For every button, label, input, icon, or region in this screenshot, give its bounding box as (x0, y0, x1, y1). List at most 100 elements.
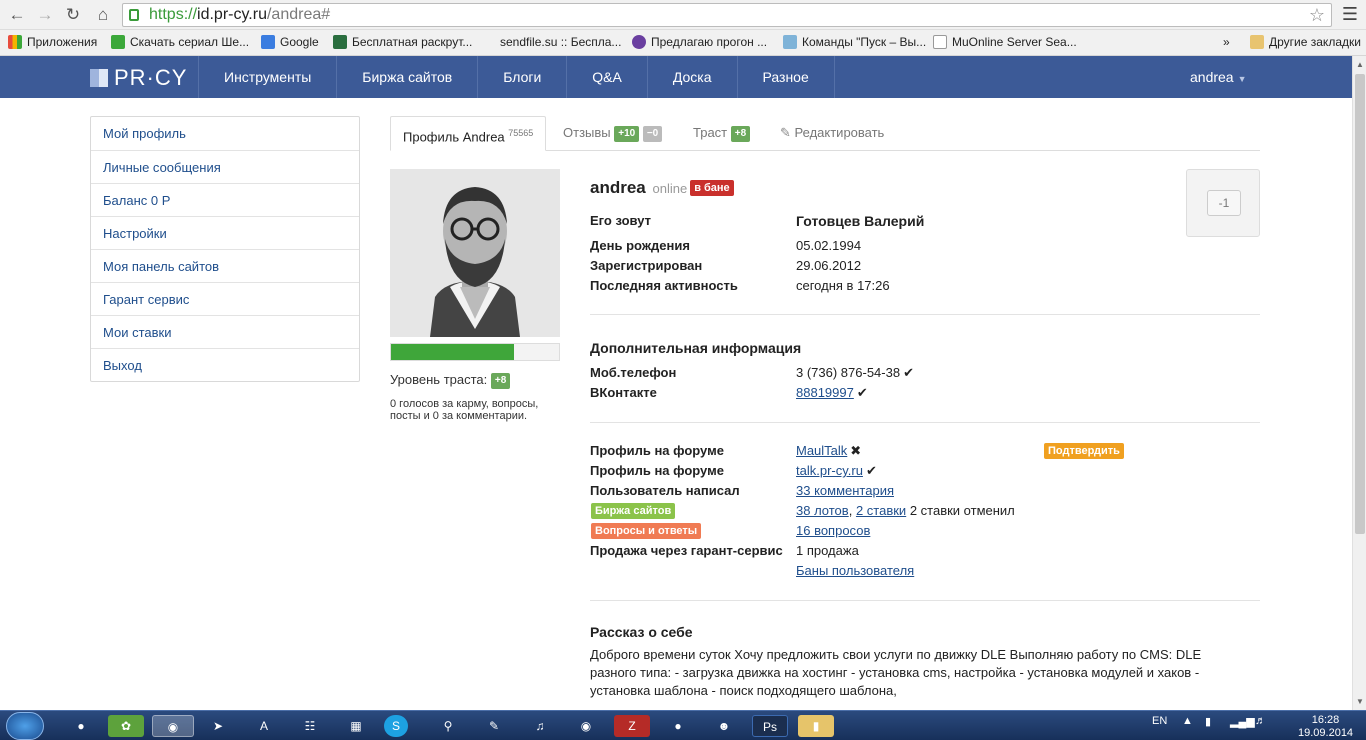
sidebar-item-balance[interactable]: Баланс 0 Р (91, 183, 359, 216)
sidebar-item-logout[interactable]: Выход (91, 348, 359, 381)
bookmark-item[interactable]: Предлагаю прогон ... (632, 35, 767, 49)
volume-icon[interactable]: ♬ (1255, 715, 1266, 727)
votes-summary: 0 голосов за карму, вопросы, посты и 0 з… (390, 398, 539, 422)
browser-menu-icon[interactable]: ☰ (1342, 4, 1358, 25)
field-value-name: Готовцев Валерий (796, 213, 925, 229)
nav-item-misc[interactable]: Разное (736, 56, 835, 98)
scroll-up-icon[interactable]: ▲ (1356, 60, 1364, 69)
explorer-folder-icon[interactable]: ▮ (798, 715, 834, 737)
bookmark-item[interactable]: Приложения (8, 35, 97, 49)
exchange-badge[interactable]: Биржа сайтов (591, 503, 676, 519)
field-value-phone: 3 (736) 876-54-38 ✔ (796, 365, 914, 380)
field-label: Продажа через гарант-сервис (590, 543, 783, 558)
nav-item-blogs[interactable]: Блоги (477, 56, 566, 98)
sidebar-item-sites-panel[interactable]: Моя панель сайтов (91, 249, 359, 282)
utorrent-icon[interactable]: ✿ (108, 715, 144, 737)
scroll-down-icon[interactable]: ▼ (1356, 697, 1364, 706)
nav-item-board[interactable]: Доска (646, 56, 737, 98)
bookmark-item[interactable]: Бесплатная раскрут... (333, 35, 472, 49)
bookmarks-bar: Приложения Скачать сериал Ше... Google Б… (0, 30, 1366, 56)
comments-link[interactable]: 33 комментария (796, 483, 894, 498)
torrent-icon (111, 35, 125, 49)
sidebar-item-messages[interactable]: Личные сообщения (91, 150, 359, 183)
clock-date: 19.09.2014 (1298, 727, 1354, 739)
questions-link[interactable]: 16 вопросов (796, 523, 870, 538)
forum2-link[interactable]: talk.pr-cy.ru (796, 463, 863, 478)
nav-item-exchange[interactable]: Биржа сайтов (336, 56, 477, 98)
field-label: ВКонтакте (590, 385, 657, 400)
bookmark-item[interactable]: Google (261, 35, 319, 49)
forward-icon[interactable]: → (34, 4, 56, 26)
back-icon[interactable]: ← (6, 4, 28, 26)
vk-link[interactable]: 88819997 (796, 385, 854, 400)
forum1-link[interactable]: MaulTalk (796, 443, 847, 458)
scroll-thumb[interactable] (1355, 74, 1365, 534)
tray-arrow-icon[interactable]: ▲ (1182, 715, 1193, 727)
winamp-icon[interactable]: ♫ (522, 715, 558, 737)
tab-reviews[interactable]: Отзывы +10 −0 (563, 116, 663, 151)
lots-link[interactable]: 38 лотов (796, 503, 849, 518)
avatar-illustration (390, 169, 560, 337)
chart-icon (333, 35, 347, 49)
signal-icon[interactable]: ▂▄▆ (1230, 715, 1255, 728)
field-value-questions: 16 вопросов (796, 523, 870, 538)
trust-progress-fill (391, 344, 514, 360)
field-label: Профиль на форуме (590, 443, 724, 458)
confirm-button[interactable]: Подтвердить (1044, 443, 1124, 459)
home-icon[interactable]: ⌂ (92, 4, 114, 26)
windows-icon (783, 35, 797, 49)
tab-edit[interactable]: ✎ Редактировать (780, 116, 884, 151)
font-app-icon[interactable]: A (246, 715, 282, 737)
bookmark-star-icon[interactable]: ☆ (1309, 5, 1325, 26)
skype-icon[interactable]: S (384, 715, 408, 737)
filezilla-icon[interactable]: Z (614, 715, 650, 737)
trust-badge: +8 (730, 126, 751, 142)
ie-icon[interactable]: ● (62, 715, 100, 737)
qa-badge[interactable]: Вопросы и ответы (591, 523, 702, 539)
field-value-bans: Баны пользователя (796, 563, 914, 578)
address-bar[interactable]: https://id.pr-cy.ru/andrea# ☆ (122, 3, 1332, 27)
karma-vote-button[interactable]: -1 (1207, 190, 1241, 216)
media-player-icon[interactable]: ◉ (568, 715, 604, 737)
tab-profile[interactable]: Профиль Andrea 75565 (390, 116, 547, 151)
photoshop-icon[interactable]: Ps (752, 715, 788, 737)
bids-link[interactable]: 2 ставки (856, 503, 906, 518)
exchange-label: Биржа сайтов (591, 503, 676, 519)
nav-item-qa[interactable]: Q&A (566, 56, 647, 98)
sidebar-item-guarantee[interactable]: Гарант сервис (91, 282, 359, 315)
cursor-app-icon[interactable]: ➤ (200, 715, 236, 737)
additional-info-title: Дополнительная информация (590, 340, 802, 356)
qa-label: Вопросы и ответы (591, 523, 702, 539)
calculator-icon[interactable]: ▦ (338, 715, 374, 737)
bookmark-item[interactable]: Команды "Пуск – Вы... (783, 35, 926, 49)
chrome-icon[interactable]: ◉ (152, 715, 194, 737)
nav-item-tools[interactable]: Инструменты (198, 56, 336, 98)
bans-link[interactable]: Баны пользователя (796, 563, 914, 578)
system-clock[interactable]: 16:28 19.09.2014 (1298, 714, 1353, 740)
notepad-icon[interactable]: ✎ (476, 715, 512, 737)
site-logo[interactable]: PR·CY (90, 65, 187, 91)
agent-icon[interactable]: ☻ (706, 715, 742, 737)
bookmark-item[interactable]: MuOnline Server Sea... (933, 35, 1077, 49)
start-button[interactable] (6, 712, 44, 740)
user-menu[interactable]: andrea ▼ (1190, 69, 1247, 85)
sidebar-item-bids[interactable]: Мои ставки (91, 315, 359, 348)
star-burst-icon (632, 35, 646, 49)
bookmark-item[interactable]: Скачать сериал Ше... (111, 35, 249, 49)
battery-icon[interactable]: ▮ (1205, 715, 1211, 728)
reload-icon[interactable]: ↻ (62, 4, 84, 26)
tab-trust[interactable]: Траст +8 (693, 116, 751, 151)
field-label: Последняя активность (590, 278, 738, 293)
network-app-icon[interactable]: ☷ (292, 715, 328, 737)
bookmark-folder[interactable]: Другие закладки (1250, 35, 1361, 49)
bookmarks-more[interactable]: » (1223, 35, 1230, 49)
profile-tabs: Профиль Andrea 75565 Отзывы +10 −0 Траст… (390, 116, 1260, 151)
key-app-icon[interactable]: ⚲ (430, 715, 466, 737)
language-indicator[interactable]: EN (1152, 715, 1167, 727)
site-header: PR·CY Инструменты Биржа сайтов Блоги Q&A… (0, 56, 1352, 98)
page-scrollbar[interactable]: ▲ ▼ (1352, 56, 1366, 710)
bookmark-item[interactable]: sendfile.su :: Беспла... (500, 35, 621, 49)
firefox-icon[interactable]: ● (660, 715, 696, 737)
sidebar-item-settings[interactable]: Настройки (91, 216, 359, 249)
sidebar-item-profile[interactable]: Мой профиль (91, 117, 359, 150)
